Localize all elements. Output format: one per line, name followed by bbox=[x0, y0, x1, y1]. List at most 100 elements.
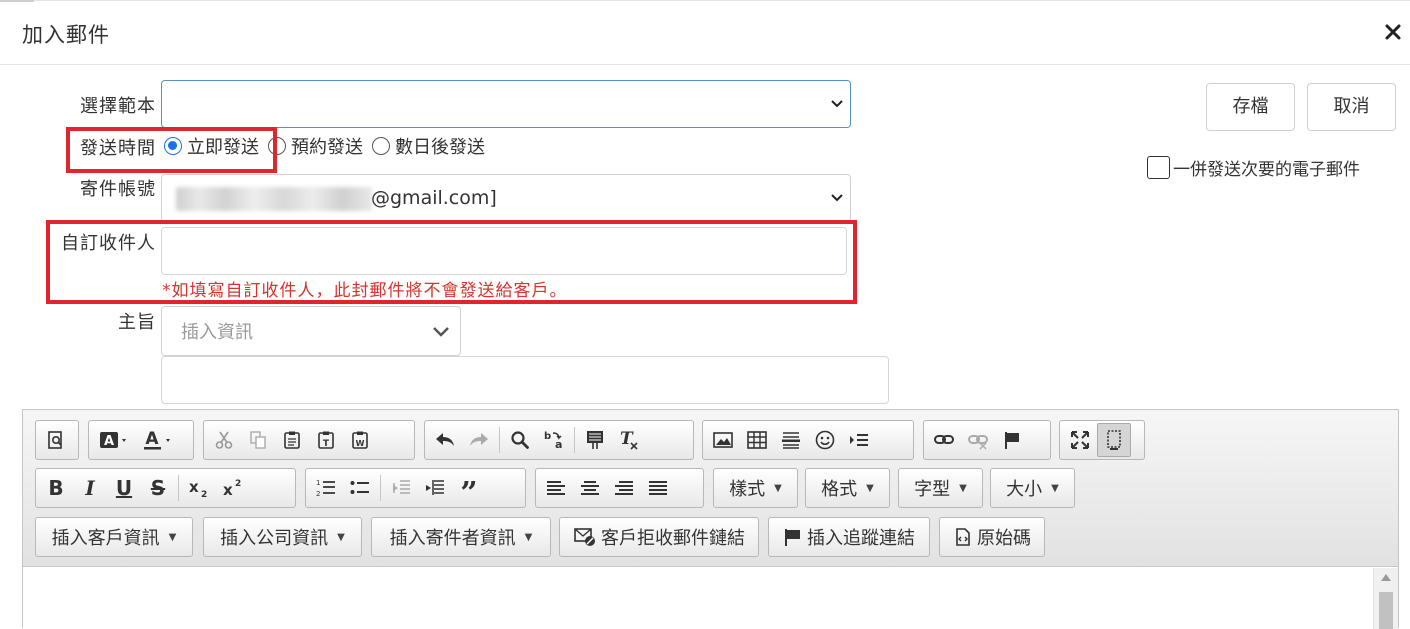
styles-dropdown-label: 樣式 bbox=[729, 479, 766, 500]
svg-text:x: x bbox=[189, 478, 199, 496]
undo-button[interactable] bbox=[428, 423, 462, 457]
chevron-down-icon bbox=[831, 100, 843, 108]
numbered-list-button[interactable]: 12 bbox=[309, 471, 343, 505]
insert-info-select[interactable]: 插入資訊 bbox=[161, 306, 461, 356]
table-icon bbox=[747, 431, 767, 449]
text-color-icon: A bbox=[144, 429, 170, 450]
justify-button[interactable] bbox=[641, 471, 675, 505]
source-code-button[interactable]: 原始碼 bbox=[939, 517, 1045, 557]
close-button[interactable] bbox=[1378, 17, 1408, 47]
size-dropdown[interactable]: 大小 ▼ bbox=[990, 468, 1075, 508]
insert-sender-info-label: 插入寄件者資訊 bbox=[389, 528, 516, 549]
unlink-button[interactable] bbox=[961, 423, 995, 457]
template-select[interactable] bbox=[161, 80, 851, 128]
page-break-button[interactable] bbox=[842, 423, 876, 457]
insert-info-placeholder: 插入資訊 bbox=[181, 322, 253, 343]
replace-button[interactable]: ba bbox=[537, 423, 571, 457]
editor-scrollbar[interactable] bbox=[1373, 568, 1398, 629]
page-break-icon bbox=[850, 434, 868, 446]
cancel-button[interactable]: 取消 bbox=[1307, 83, 1396, 131]
superscript-icon: x2 bbox=[223, 479, 241, 499]
smiley-button[interactable] bbox=[808, 423, 842, 457]
copy-button[interactable] bbox=[241, 423, 275, 457]
paste-text-icon: T bbox=[318, 431, 334, 449]
increase-indent-button[interactable] bbox=[418, 471, 452, 505]
link-icon bbox=[934, 435, 954, 444]
tracking-link-label: 插入追蹤連結 bbox=[807, 528, 915, 549]
insert-customer-info-dropdown[interactable]: 插入客戶資訊 ▼ bbox=[35, 517, 193, 557]
template-label: 選擇範本 bbox=[80, 96, 156, 117]
editor-content-area[interactable] bbox=[23, 568, 1398, 629]
radio-scheduled[interactable]: 預約發送 bbox=[268, 133, 363, 159]
redo-button[interactable] bbox=[462, 423, 496, 457]
anchor-button[interactable] bbox=[995, 423, 1029, 457]
text-color-button[interactable]: A bbox=[136, 423, 180, 457]
toolbar-group-edit: ba T bbox=[424, 420, 694, 460]
svg-text:2: 2 bbox=[201, 490, 207, 499]
blockquote-button[interactable]: ” bbox=[452, 471, 486, 509]
select-all-button[interactable] bbox=[578, 423, 612, 457]
radio-button[interactable] bbox=[372, 137, 390, 155]
scroll-up-arrow-icon[interactable] bbox=[1381, 574, 1391, 581]
align-left-button[interactable] bbox=[539, 471, 573, 505]
subject-input[interactable] bbox=[161, 356, 889, 404]
link-button[interactable] bbox=[927, 423, 961, 457]
svg-text:a: a bbox=[555, 438, 562, 451]
align-right-button[interactable] bbox=[607, 471, 641, 505]
secondary-email-option[interactable]: 一併發送次要的電子郵件 bbox=[1147, 155, 1360, 180]
background-color-icon: A bbox=[100, 432, 126, 449]
paste-word-icon: W bbox=[352, 431, 368, 449]
insert-company-info-dropdown[interactable]: 插入公司資訊 ▼ bbox=[203, 517, 362, 557]
decrease-indent-button[interactable] bbox=[384, 471, 418, 505]
scrollbar-thumb[interactable] bbox=[1379, 592, 1393, 629]
insert-customer-info-label: 插入客戶資訊 bbox=[51, 528, 160, 549]
svg-text:T: T bbox=[620, 429, 634, 449]
highlight-box-send-time bbox=[66, 127, 277, 173]
caret-down-icon: ▼ bbox=[168, 531, 177, 543]
preview-button[interactable] bbox=[39, 423, 73, 457]
subscript-button[interactable]: x2 bbox=[182, 471, 216, 505]
undo-icon bbox=[436, 433, 454, 446]
radio-days-later-label: 數日後發送 bbox=[395, 137, 485, 158]
insert-tracking-link-button[interactable]: 插入追蹤連結 bbox=[768, 517, 930, 557]
format-dropdown[interactable]: 格式 ▼ bbox=[805, 468, 890, 508]
justify-icon bbox=[649, 481, 667, 495]
bulleted-list-button[interactable] bbox=[343, 471, 377, 505]
show-blocks-button[interactable] bbox=[1097, 423, 1131, 457]
remove-format-button[interactable]: T bbox=[612, 423, 646, 457]
insert-sender-info-dropdown[interactable]: 插入寄件者資訊 ▼ bbox=[371, 517, 551, 557]
svg-text:b: b bbox=[544, 431, 551, 442]
superscript-button[interactable]: x2 bbox=[216, 471, 250, 505]
font-dropdown[interactable]: 字型 ▼ bbox=[898, 468, 983, 508]
svg-text:x: x bbox=[223, 481, 233, 499]
underline-button[interactable]: U bbox=[107, 471, 141, 505]
strikethrough-button[interactable]: S bbox=[141, 471, 175, 505]
radio-days-later[interactable]: 數日後發送 bbox=[372, 133, 485, 159]
format-dropdown-label: 格式 bbox=[821, 479, 858, 500]
remove-format-icon: T bbox=[620, 429, 638, 450]
italic-button[interactable]: I bbox=[73, 471, 107, 505]
sender-select[interactable]: @gmail.com] bbox=[161, 174, 851, 222]
paste-button[interactable] bbox=[275, 423, 309, 457]
redo-icon bbox=[470, 433, 488, 446]
secondary-email-checkbox[interactable] bbox=[1147, 156, 1170, 179]
unsubscribe-link-button[interactable]: 客戶拒收郵件鏈結 bbox=[559, 517, 759, 557]
horizontal-line-button[interactable] bbox=[774, 423, 808, 457]
bold-button[interactable]: B bbox=[39, 471, 73, 505]
caret-down-icon: ▼ bbox=[337, 531, 345, 543]
cut-button[interactable] bbox=[207, 423, 241, 457]
image-button[interactable] bbox=[706, 423, 740, 457]
paste-text-button[interactable]: T bbox=[309, 423, 343, 457]
smiley-icon bbox=[815, 430, 835, 450]
editor-toolbar: A A T W b a T B I U S x 2 x 2 1 2 ” 樣式 ▼… bbox=[23, 410, 1398, 567]
styles-dropdown[interactable]: 樣式 ▼ bbox=[713, 468, 798, 508]
horizontal-line-icon bbox=[782, 432, 800, 449]
maximize-button[interactable] bbox=[1063, 423, 1097, 457]
save-button[interactable]: 存檔 bbox=[1206, 83, 1295, 131]
align-center-button[interactable] bbox=[573, 471, 607, 505]
table-button[interactable] bbox=[740, 423, 774, 457]
background-color-button[interactable]: A bbox=[92, 423, 136, 457]
paste-from-word-button[interactable]: W bbox=[343, 423, 377, 457]
toolbar-group-links bbox=[923, 420, 1051, 460]
find-button[interactable] bbox=[503, 423, 537, 457]
